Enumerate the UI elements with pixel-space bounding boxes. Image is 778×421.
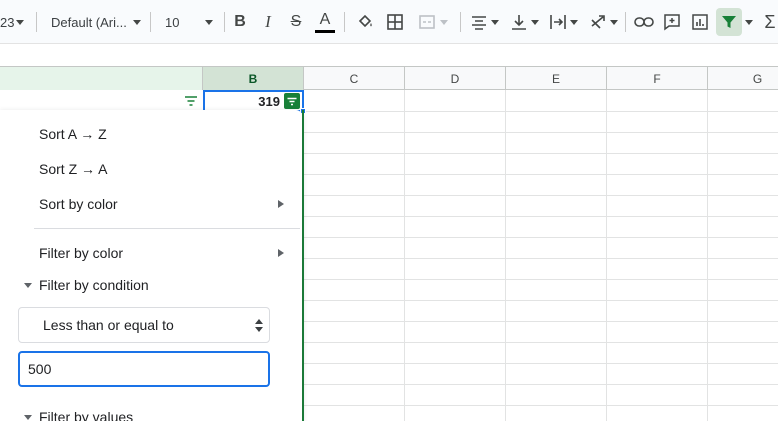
strikethrough-icon: S <box>290 13 302 30</box>
text-rotation-icon <box>590 15 605 29</box>
column-b-filter-button[interactable] <box>284 93 300 109</box>
chevron-down-icon <box>609 19 618 25</box>
paint-bucket-icon <box>358 14 372 28</box>
create-filter-button[interactable] <box>716 8 742 36</box>
chevron-down-icon <box>569 19 578 25</box>
align-center-icon <box>471 16 486 30</box>
insert-chart-button[interactable] <box>688 8 712 36</box>
font-family-value: Default (Ari... <box>51 14 127 30</box>
row-1: 319 <box>0 90 778 114</box>
toolbar-divider <box>224 12 225 32</box>
chevron-down-icon <box>16 19 25 25</box>
functions-button[interactable]: Σ <box>762 8 778 36</box>
chevron-down-icon <box>530 19 539 25</box>
text-color-swatch <box>315 29 335 33</box>
column-header-e[interactable]: E <box>506 67 607 90</box>
filter-by-color-option[interactable]: Filter by color <box>39 243 123 263</box>
toolbar-divider <box>150 12 151 32</box>
chart-icon <box>692 14 708 30</box>
grid-line <box>606 90 607 421</box>
column-header-row: B C D E F G <box>0 67 778 90</box>
italic-button[interactable]: I <box>256 8 280 36</box>
submenu-arrow-icon <box>278 200 284 208</box>
cell-b1-value: 319 <box>258 93 280 109</box>
filter-menu: Sort A → Z Sort Z → A Sort by color Filt… <box>0 110 302 421</box>
filter-lines-icon <box>287 97 297 105</box>
chevron-down-icon <box>205 19 214 25</box>
italic-icon: I <box>265 12 271 31</box>
merge-cells-button[interactable] <box>413 8 453 36</box>
chevron-down-icon <box>440 19 448 25</box>
condition-select-value: Less than or equal to <box>43 317 174 333</box>
column-header-a[interactable] <box>0 67 203 90</box>
filter-by-condition-header[interactable]: Filter by condition <box>39 275 149 295</box>
grid-line <box>707 90 708 421</box>
add-comment-icon <box>664 14 680 31</box>
borders-icon <box>387 14 403 30</box>
toolbar-divider <box>460 12 461 32</box>
column-header-f[interactable]: F <box>607 67 708 90</box>
text-color-button[interactable]: A <box>313 8 337 36</box>
text-wrap-button[interactable] <box>547 8 579 36</box>
collapse-caret-icon[interactable] <box>24 283 32 288</box>
bold-button[interactable]: B <box>228 8 252 36</box>
filter-by-values-header[interactable]: Filter by values <box>39 407 133 421</box>
chevron-down-icon <box>490 19 499 25</box>
strikethrough-button[interactable]: S <box>284 8 308 36</box>
sort-by-color-option[interactable]: Sort by color <box>39 194 118 214</box>
sigma-icon: Σ <box>764 11 776 32</box>
vertical-align-button[interactable] <box>508 8 540 36</box>
column-header-c[interactable]: C <box>304 67 405 90</box>
toolbar-divider <box>36 12 37 32</box>
sort-a-z-option[interactable]: Sort A → Z <box>39 124 107 144</box>
chevron-down-icon <box>745 19 753 25</box>
font-family-dropdown[interactable]: Default (Ari... <box>51 8 141 36</box>
column-header-d[interactable]: D <box>405 67 506 90</box>
column-header-b[interactable]: B <box>203 67 304 90</box>
text-color-icon: A <box>319 10 331 28</box>
filter-icon <box>185 96 197 106</box>
chevron-down-icon <box>132 19 141 25</box>
cell-a1[interactable] <box>0 90 203 112</box>
link-icon <box>634 17 654 27</box>
toolbar-divider <box>344 12 345 32</box>
menu-divider <box>34 228 300 229</box>
collapse-caret-icon[interactable] <box>24 415 32 420</box>
merge-cells-icon <box>419 15 435 29</box>
insert-comment-button[interactable] <box>660 8 684 36</box>
condition-select[interactable]: Less than or equal to <box>18 307 270 343</box>
fill-color-button[interactable] <box>353 8 377 36</box>
sort-z-a-option[interactable]: Sort Z → A <box>39 159 107 179</box>
toolbar: 23 Default (Ari... 10 B I S A Σ <box>0 0 778 44</box>
font-size-partial-value: 23 <box>0 14 15 30</box>
condition-value-input[interactable] <box>18 351 270 387</box>
column-selection-edge <box>302 110 304 421</box>
borders-button[interactable] <box>383 8 407 36</box>
sheet-top-area <box>0 44 778 67</box>
horizontal-align-button[interactable] <box>468 8 500 36</box>
grid-line <box>404 90 405 421</box>
filter-icon <box>722 16 736 28</box>
bold-icon: B <box>234 13 246 30</box>
text-rotation-button[interactable] <box>587 8 619 36</box>
select-arrows-icon <box>255 319 263 333</box>
filter-views-dropdown[interactable] <box>742 8 756 36</box>
grid-line <box>505 90 506 421</box>
submenu-arrow-icon <box>278 249 284 257</box>
font-size-value: 10 <box>165 14 180 30</box>
font-size-dropdown[interactable]: 10 <box>165 8 215 36</box>
column-header-g[interactable]: G <box>708 67 778 90</box>
insert-link-button[interactable] <box>632 8 656 36</box>
font-size-partial-dropdown[interactable]: 23 <box>0 8 25 36</box>
text-wrap-icon <box>549 15 566 29</box>
toolbar-divider <box>625 12 626 32</box>
cell-b1[interactable]: 319 <box>203 90 306 114</box>
align-bottom-icon <box>511 15 526 30</box>
